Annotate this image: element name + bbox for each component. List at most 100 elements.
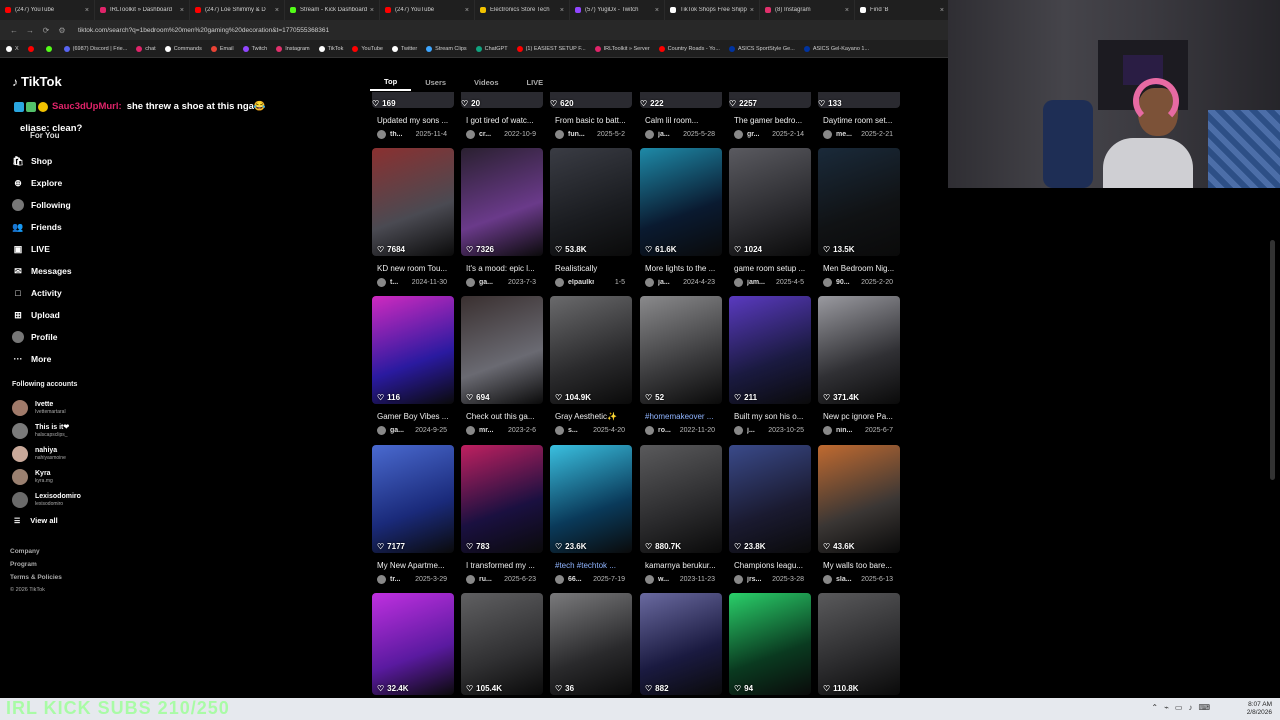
video-thumbnail[interactable]: ♡ 1024 <box>729 148 811 256</box>
reload-icon[interactable]: ⟳ <box>40 26 52 35</box>
video-card[interactable]: ♡ 620 From basic to batt... fun... 2025-5-2 <box>550 92 633 139</box>
video-thumbnail[interactable]: ♡ 23.6K <box>550 445 632 553</box>
bookmark-item[interactable]: ASICS Gel-Kayano 1... <box>803 45 869 52</box>
video-card[interactable]: ♡ 211 Built my son his o... j... 2023-10-25 <box>729 296 812 435</box>
video-card[interactable]: ♡ 2257 The gamer bedro... gr... 2025-2-14 <box>729 92 812 139</box>
video-thumbnail[interactable]: ♡ 882 <box>640 593 722 695</box>
sidebar-item-live[interactable]: ▣ LIVE <box>12 238 162 260</box>
video-thumbnail[interactable]: ♡ 94 <box>729 593 811 695</box>
video-thumbnail[interactable]: ♡ 32.4K <box>372 593 454 695</box>
site-info-icon[interactable]: ⚙ <box>56 26 68 35</box>
bookmark-item[interactable]: chat <box>136 45 156 52</box>
video-card[interactable]: ♡ 882 <box>640 593 723 695</box>
video-thumbnail[interactable]: ♡ 23.8K <box>729 445 811 553</box>
video-card[interactable]: ♡ 694 Check out this ga... mr... 2023-2-6 <box>461 296 544 435</box>
close-icon[interactable]: × <box>655 7 659 14</box>
video-card[interactable]: ♡ 23.6K #tech #techtok ... 66... 2025-7-19 <box>550 445 633 584</box>
volume-icon[interactable]: ♪ <box>1188 703 1192 712</box>
video-thumbnail[interactable]: ♡ 110.8K <box>818 593 900 695</box>
bookmark-item[interactable]: ASICS SportStyle Ge... <box>728 45 795 52</box>
browser-tab[interactable]: Find 'B × <box>855 0 950 20</box>
video-thumbnail[interactable]: ♡ 105.4K <box>461 593 543 695</box>
bookmark-item[interactable]: Instagram <box>276 45 310 52</box>
following-account[interactable]: Kyra kyra.mg <box>12 465 162 488</box>
video-card[interactable]: ♡ 23.8K Champions leagu... jrs... 2025-3-28 <box>729 445 812 584</box>
bookmark-item[interactable]: IRLToolkit » Server <box>594 45 650 52</box>
bookmark-item[interactable]: X <box>6 45 19 52</box>
video-thumbnail[interactable]: ♡ 371.4K <box>818 296 900 404</box>
close-icon[interactable]: × <box>275 7 279 14</box>
following-account[interactable]: Ivette Ivettemartaral <box>12 396 162 419</box>
bookmark-item[interactable]: Email <box>210 45 234 52</box>
network-icon[interactable]: ⌁ <box>1164 703 1169 712</box>
video-thumbnail[interactable]: ♡ 7177 <box>372 445 454 553</box>
chevron-up-icon[interactable]: ⌃ <box>1151 703 1158 712</box>
video-thumbnail[interactable]: ♡ 7684 <box>372 148 454 256</box>
video-card[interactable]: ♡ 133 Daytime room set... me... 2025-2-21 <box>818 92 901 139</box>
video-card[interactable]: ♡ 20 I got tired of watc... cr... 2022-10-9 <box>461 92 544 139</box>
keyboard-icon[interactable]: ⌨ <box>1198 703 1210 712</box>
close-icon[interactable]: × <box>85 7 89 14</box>
browser-tab[interactable]: TikTok Shops Free Shipp × <box>665 0 760 20</box>
url-field[interactable]: tiktok.com/search?q=1bedroom%20men%20gam… <box>78 27 329 34</box>
bookmark-item[interactable] <box>45 45 55 52</box>
close-icon[interactable]: × <box>560 7 564 14</box>
sidebar-item-shop[interactable]: 🛍 Shop <box>12 150 162 172</box>
video-card[interactable]: ♡ 7177 My New Apartme... tr... 2025-3-29 <box>372 445 455 584</box>
video-card[interactable]: ♡53.8K Realistically elpaulkris 1-5 <box>550 148 633 287</box>
video-card[interactable]: ♡ 13.5K Men Bedroom Nig... 90... 2025-2-20 <box>818 148 901 287</box>
video-card[interactable]: ♡ 36 <box>550 593 633 695</box>
close-icon[interactable]: × <box>845 7 849 14</box>
tiktok-logo[interactable]: ♪ TikTok <box>12 74 62 89</box>
sidebar-item-friends[interactable]: 👥 Friends <box>12 216 162 238</box>
video-card[interactable]: ♡ 52 #homemakeover ... ro... 2022-11-20 <box>640 296 723 435</box>
close-icon[interactable]: × <box>370 7 374 14</box>
browser-tab[interactable]: (8) Instagram × <box>760 0 855 20</box>
sidebar-item-more[interactable]: ··· More <box>12 348 162 370</box>
video-card[interactable]: ♡ 61.6K More lights to the ... ja... 2024-4-… <box>640 148 723 287</box>
video-card[interactable]: ♡ 1024 game room setup ... jam... 2025-4-5 <box>729 148 812 287</box>
video-thumbnail[interactable]: ♡ 211 <box>729 296 811 404</box>
browser-tab[interactable]: (247) Loe Shimmy & D × <box>190 0 285 20</box>
footer-company[interactable]: Company <box>10 548 62 561</box>
video-card[interactable]: ♡ 110.8K <box>818 593 901 695</box>
video-thumbnail[interactable]: ♡ 53.8K <box>550 148 632 256</box>
video-thumbnail[interactable]: ♡ 694 <box>461 296 543 404</box>
video-thumbnail[interactable]: ♡ 104.9K <box>550 296 632 404</box>
close-icon[interactable]: × <box>750 7 754 14</box>
video-card[interactable]: ♡ 43.6K My walls too bare... sla... 2025-6-1… <box>818 445 901 584</box>
bookmark-item[interactable]: (1) EASIEST SETUP F... <box>516 45 586 52</box>
video-thumbnail[interactable]: ♡ 783 <box>461 445 543 553</box>
sidebar-item-messages[interactable]: ✉ Messages <box>12 260 162 282</box>
browser-tab[interactable]: Stream - Kick Dashboard × <box>285 0 380 20</box>
browser-tab[interactable]: (247) YouTube × <box>380 0 475 20</box>
browser-tab[interactable]: IRLToolkit » Dashboard × <box>95 0 190 20</box>
close-icon[interactable]: × <box>465 7 469 14</box>
bookmark-item[interactable]: Commands <box>164 45 202 52</box>
video-thumbnail[interactable]: ♡ 13.5K <box>818 148 900 256</box>
video-thumbnail[interactable]: ♡ 43.6K <box>818 445 900 553</box>
video-card[interactable]: ♡ 104.9K Gray Aesthetic✨ s... 2025-4-20 <box>550 296 633 435</box>
display-icon[interactable]: ▭ <box>1175 703 1183 712</box>
video-card[interactable]: ♡ 371.4K New pc ignore Pa... nin... 2025-6-7 <box>818 296 901 435</box>
video-card[interactable]: ♡ 105.4K <box>461 593 544 695</box>
browser-tab[interactable]: (247) YouTube × <box>0 0 95 20</box>
browser-tab[interactable]: (57) YugiDx - Twitch × <box>570 0 665 20</box>
back-icon[interactable]: ← <box>8 26 20 35</box>
close-icon[interactable]: × <box>940 7 944 14</box>
video-card[interactable]: ♡ 94 <box>729 593 812 695</box>
video-card[interactable]: ♡ 222 Calm lil room... ja... 2025-5-28 <box>640 92 723 139</box>
video-thumbnail[interactable]: ♡ 36 <box>550 593 632 695</box>
bookmark-item[interactable] <box>27 45 37 52</box>
video-card[interactable]: ♡ 169 Updated my sons ... th... 2025-11-4 <box>372 92 455 139</box>
tab-live[interactable]: LIVE <box>513 73 558 91</box>
bookmark-item[interactable]: ChatGPT <box>475 45 508 52</box>
following-account[interactable]: nahiya nahiyasmoine <box>12 442 162 465</box>
scrollbar[interactable] <box>1270 240 1275 480</box>
sidebar-item-activity[interactable]: □ Activity <box>12 282 162 304</box>
system-clock[interactable]: 8:07 AM 2/8/2026 <box>1247 701 1272 717</box>
bookmark-item[interactable]: Twitch <box>242 45 267 52</box>
video-card[interactable]: ♡ 116 Gamer Boy Vibes ... ga... 2024-9-25 <box>372 296 455 435</box>
bookmark-item[interactable]: (6987) Discord | Frie... <box>63 45 127 52</box>
bookmark-item[interactable]: YouTube <box>352 45 383 52</box>
